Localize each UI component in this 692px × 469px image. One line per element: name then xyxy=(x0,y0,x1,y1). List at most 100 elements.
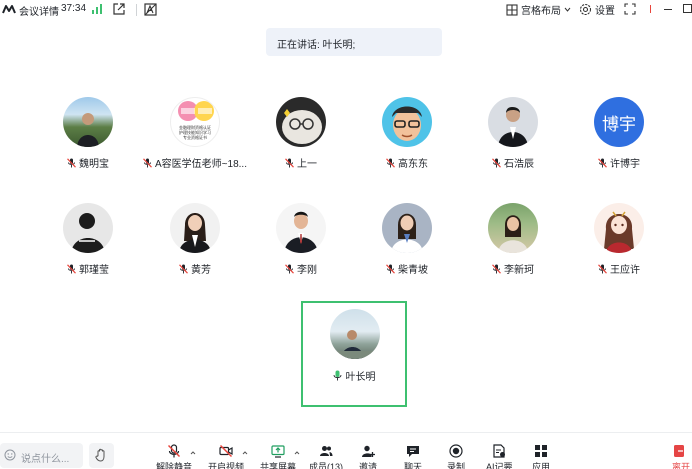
participant-tile[interactable]: 金融理财资格认证 护理技能知识学习 专业资格证书 A容医学伍老师~18... xyxy=(143,97,247,187)
ai-assistant-icon[interactable] xyxy=(144,3,157,16)
invite-button[interactable]: 邀请 xyxy=(359,444,377,469)
avatar xyxy=(382,97,432,147)
chevron-up-icon[interactable] xyxy=(190,451,196,455)
avatar-initials: 博宇 xyxy=(602,114,636,135)
active-speaker-name: 叶长明 xyxy=(303,368,405,383)
bottom-toolbar: 说点什么... 解除静音 开启视频 共享屏幕 成员(13) 邀请 聊天 录制 A… xyxy=(0,432,692,469)
chevron-up-icon[interactable] xyxy=(294,451,300,455)
avatar xyxy=(276,203,326,253)
grid-layout-button[interactable]: 宫格布局 xyxy=(506,2,571,17)
apps-grid-icon xyxy=(535,445,547,457)
chevron-up-icon[interactable] xyxy=(242,451,248,455)
avatar xyxy=(488,97,538,147)
avatar xyxy=(170,203,220,253)
maximize-window-icon[interactable] xyxy=(683,4,692,13)
participant-name: 柴青坡 xyxy=(357,261,457,276)
members-button[interactable]: 成员(13) xyxy=(309,444,343,469)
minimize-window-icon[interactable] xyxy=(664,9,672,10)
avatar xyxy=(63,203,113,253)
avatar xyxy=(488,203,538,253)
participant-name: 高东东 xyxy=(357,155,457,170)
unmute-button[interactable]: 解除静音 xyxy=(156,444,192,469)
external-share-icon[interactable] xyxy=(113,3,125,15)
raise-hand-button[interactable] xyxy=(89,443,114,468)
apps-label: 应用 xyxy=(532,462,551,469)
record-button[interactable]: 录制 xyxy=(447,444,465,469)
participant-name: 郭瑾莹 xyxy=(38,261,138,276)
chat-icon xyxy=(407,446,419,457)
avatar xyxy=(330,309,380,359)
participant-name: 李新珂 xyxy=(463,261,563,276)
mic-off-icon xyxy=(285,158,294,168)
members-icon xyxy=(320,446,333,456)
participant-tile[interactable]: 李刚 xyxy=(251,203,351,293)
participant-tile[interactable]: 黄芳 xyxy=(145,203,245,293)
avatar xyxy=(382,203,432,253)
app-logo-icon xyxy=(2,5,16,14)
settings-label: 设置 xyxy=(595,6,615,17)
share-screen-label: 共享屏幕 xyxy=(260,462,297,469)
participant-name: 魏明宝 xyxy=(38,155,138,170)
participant-name: 许博宇 xyxy=(569,155,669,170)
avatar xyxy=(276,97,326,147)
participant-tile[interactable]: 王应许 xyxy=(569,203,669,293)
mic-on-icon xyxy=(333,370,341,381)
grid-layout-icon xyxy=(506,3,518,16)
record-label: 录制 xyxy=(447,462,466,469)
mic-off-icon xyxy=(598,264,607,274)
mic-off-icon xyxy=(67,158,76,168)
invite-label: 邀请 xyxy=(359,462,378,469)
active-speaker-tile[interactable]: 叶长明 xyxy=(301,301,407,407)
mic-off-icon xyxy=(143,158,152,168)
participant-tile[interactable]: 魏明宝 xyxy=(38,97,138,187)
settings-button[interactable]: 设置 xyxy=(579,2,615,17)
participant-name: 石浩辰 xyxy=(463,155,563,170)
participant-tile[interactable]: 上一 xyxy=(251,97,351,187)
chat-input[interactable]: 说点什么... xyxy=(0,443,83,468)
speaking-banner: 正在讲话: 叶长明; xyxy=(266,28,442,56)
gear-icon xyxy=(579,3,592,16)
speaking-text: 正在讲话: 叶长明; xyxy=(277,40,356,51)
participant-tile[interactable]: 博宇 许博宇 xyxy=(569,97,669,187)
mic-off-icon xyxy=(167,444,181,458)
mic-off-icon xyxy=(179,264,188,274)
leave-label: 离开 xyxy=(672,462,691,469)
share-screen-button[interactable]: 共享屏幕 xyxy=(260,444,296,469)
ai-notes-button[interactable]: AI记要 xyxy=(486,444,513,469)
mic-off-icon xyxy=(67,264,76,274)
invite-icon xyxy=(362,445,375,457)
unmute-label: 解除静音 xyxy=(156,462,193,469)
chat-label: 聊天 xyxy=(404,462,423,469)
top-bar: 会议详情 37:34 宫格布局 设置 xyxy=(0,0,692,20)
participant-tile[interactable]: 郭瑾莹 xyxy=(38,203,138,293)
participant-tile[interactable]: 石浩辰 xyxy=(463,97,563,187)
grid-layout-label: 宫格布局 xyxy=(521,6,561,17)
mic-off-icon xyxy=(492,264,501,274)
meeting-details-link[interactable]: 会议详情 xyxy=(19,3,59,18)
mic-off-icon xyxy=(285,264,294,274)
avatar: 博宇 xyxy=(594,97,644,147)
mic-off-icon xyxy=(386,158,395,168)
mic-off-icon xyxy=(492,158,501,168)
emoji-icon[interactable] xyxy=(4,449,16,461)
chevron-down-icon xyxy=(564,7,571,12)
apps-button[interactable]: 应用 xyxy=(532,444,550,469)
chat-placeholder: 说点什么... xyxy=(21,454,70,465)
mic-off-icon xyxy=(386,264,395,274)
chat-button[interactable]: 聊天 xyxy=(404,444,422,469)
record-icon xyxy=(449,444,463,458)
participant-name: 王应许 xyxy=(569,261,669,276)
avatar xyxy=(594,203,644,253)
leave-button[interactable]: 离开 xyxy=(672,444,690,469)
video-off-icon xyxy=(219,444,233,458)
fullscreen-icon[interactable] xyxy=(624,3,636,15)
mic-off-icon xyxy=(598,158,607,168)
signal-strength-icon xyxy=(92,4,102,14)
participant-tile[interactable]: 高东东 xyxy=(357,97,457,187)
share-screen-icon xyxy=(271,445,285,458)
start-video-button[interactable]: 开启视频 xyxy=(208,444,244,469)
participant-tile[interactable]: 柴青坡 xyxy=(357,203,457,293)
participant-tile[interactable]: 李新珂 xyxy=(463,203,563,293)
toolbar-divider xyxy=(136,4,137,16)
members-label: 成员(13) xyxy=(309,462,344,469)
